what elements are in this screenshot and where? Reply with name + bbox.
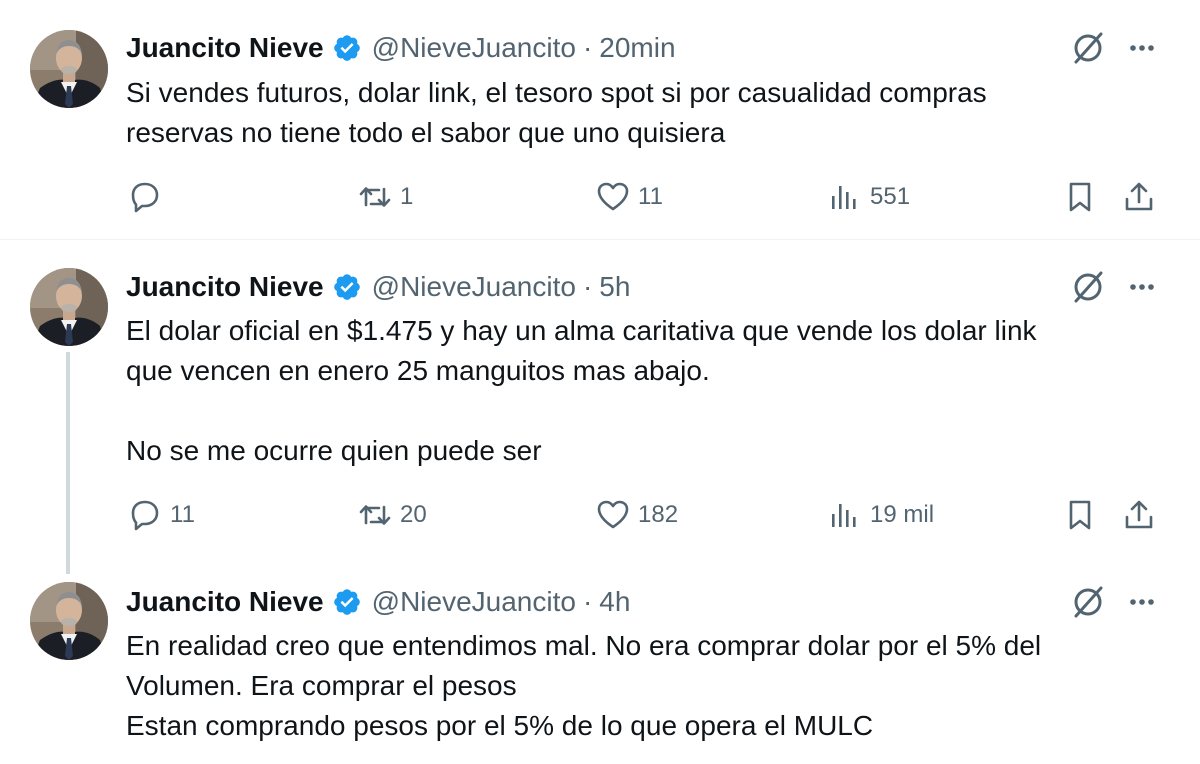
- share-icon: [1122, 498, 1156, 532]
- like-count: 11: [638, 183, 663, 210]
- separator-dot: ·: [582, 271, 593, 302]
- views-icon: [828, 498, 862, 532]
- profile-photo-icon: [30, 582, 108, 660]
- tweet-text-line: Si vendes futuros, dolar link, el tesoro…: [126, 77, 987, 108]
- timestamp[interactable]: 20min: [599, 32, 675, 64]
- grok-icon[interactable]: [1068, 267, 1108, 307]
- share-button[interactable]: [1122, 495, 1156, 535]
- author-name[interactable]: Juancito Nieve: [126, 586, 324, 618]
- verified-badge-icon: [332, 33, 362, 63]
- tweet-text-line: reservas no tiene todo el sabor que uno …: [126, 117, 726, 148]
- tweet-text-line: que vencen en enero 25 manguitos mas aba…: [126, 355, 710, 386]
- verified-badge-icon: [332, 587, 362, 617]
- views-button[interactable]: 551: [828, 177, 910, 217]
- author-name[interactable]: Juancito Nieve: [126, 32, 324, 64]
- avatar[interactable]: [30, 268, 108, 346]
- grok-icon[interactable]: [1068, 28, 1108, 68]
- retweet-icon: [358, 498, 392, 532]
- tweet-header: Juancito Nieve @NieveJuancito · 20min: [126, 31, 676, 65]
- tweet-text: Si vendes futuros, dolar link, el tesoro…: [126, 73, 1176, 153]
- action-bar: 1 11 551: [126, 177, 1166, 217]
- tweet-text: El dolar oficial en $1.475 y hay un alma…: [126, 311, 1176, 471]
- bookmark-icon: [1063, 498, 1097, 532]
- tweet-2[interactable]: Juancito Nieve @NieveJuancito · 5h El do…: [0, 240, 1200, 560]
- tweet-3[interactable]: Juancito Nieve @NieveJuancito · 4h En re…: [0, 560, 1200, 764]
- reply-count: 11: [170, 501, 195, 528]
- retweet-button[interactable]: 1: [358, 177, 413, 217]
- profile-photo-icon: [30, 268, 108, 346]
- tweet-text-line: Estan comprando pesos por el 5% de lo qu…: [126, 710, 874, 741]
- timestamp[interactable]: 4h: [599, 586, 630, 618]
- more-icon[interactable]: [1122, 28, 1162, 68]
- tweet-1[interactable]: Juancito Nieve @NieveJuancito · 20min Si…: [0, 0, 1200, 240]
- retweet-icon: [358, 180, 392, 214]
- grok-icon[interactable]: [1068, 582, 1108, 622]
- tweet-text-line: Volumen. Era comprar el pesos: [126, 670, 517, 701]
- author-handle[interactable]: @NieveJuancito: [372, 271, 576, 303]
- reply-button[interactable]: 11: [128, 495, 195, 535]
- more-icon[interactable]: [1122, 267, 1162, 307]
- avatar[interactable]: [30, 582, 108, 660]
- retweet-button[interactable]: 20: [358, 495, 427, 535]
- tweet-text-line: El dolar oficial en $1.475 y hay un alma…: [126, 315, 1037, 346]
- reply-icon: [128, 180, 162, 214]
- like-button[interactable]: 182: [596, 495, 678, 535]
- retweet-count: 20: [400, 501, 427, 528]
- avatar[interactable]: [30, 30, 108, 108]
- share-icon: [1122, 180, 1156, 214]
- profile-photo-icon: [30, 30, 108, 108]
- separator-dot: ·: [582, 32, 593, 63]
- tweet-header: Juancito Nieve @NieveJuancito · 4h: [126, 585, 630, 619]
- views-count: 551: [870, 183, 911, 210]
- tweet-text: En realidad creo que entendimos mal. No …: [126, 626, 1176, 746]
- tweet-text-line: En realidad creo que entendimos mal. No …: [126, 630, 1042, 661]
- heart-icon: [596, 180, 630, 214]
- author-handle[interactable]: @NieveJuancito: [372, 32, 576, 64]
- heart-icon: [596, 498, 630, 532]
- action-bar: 11 20 182 19 mil: [126, 495, 1166, 535]
- retweet-count: 1: [400, 183, 414, 210]
- author-handle[interactable]: @NieveJuancito: [372, 586, 576, 618]
- reply-button[interactable]: [128, 177, 162, 217]
- bookmark-icon: [1063, 180, 1097, 214]
- views-count: 19 mil: [870, 501, 935, 528]
- timestamp[interactable]: 5h: [599, 271, 630, 303]
- views-button[interactable]: 19 mil: [828, 495, 934, 535]
- author-name[interactable]: Juancito Nieve: [126, 271, 324, 303]
- like-button[interactable]: 11: [596, 177, 663, 217]
- more-icon[interactable]: [1122, 582, 1162, 622]
- bookmark-button[interactable]: [1063, 495, 1097, 535]
- bookmark-button[interactable]: [1063, 177, 1097, 217]
- views-icon: [828, 180, 862, 214]
- tweet-text-line: No se me ocurre quien puede ser: [126, 435, 542, 466]
- reply-icon: [128, 498, 162, 532]
- like-count: 182: [638, 501, 679, 528]
- separator-dot: ·: [582, 586, 593, 617]
- tweet-header: Juancito Nieve @NieveJuancito · 5h: [126, 270, 630, 304]
- verified-badge-icon: [332, 272, 362, 302]
- share-button[interactable]: [1122, 177, 1156, 217]
